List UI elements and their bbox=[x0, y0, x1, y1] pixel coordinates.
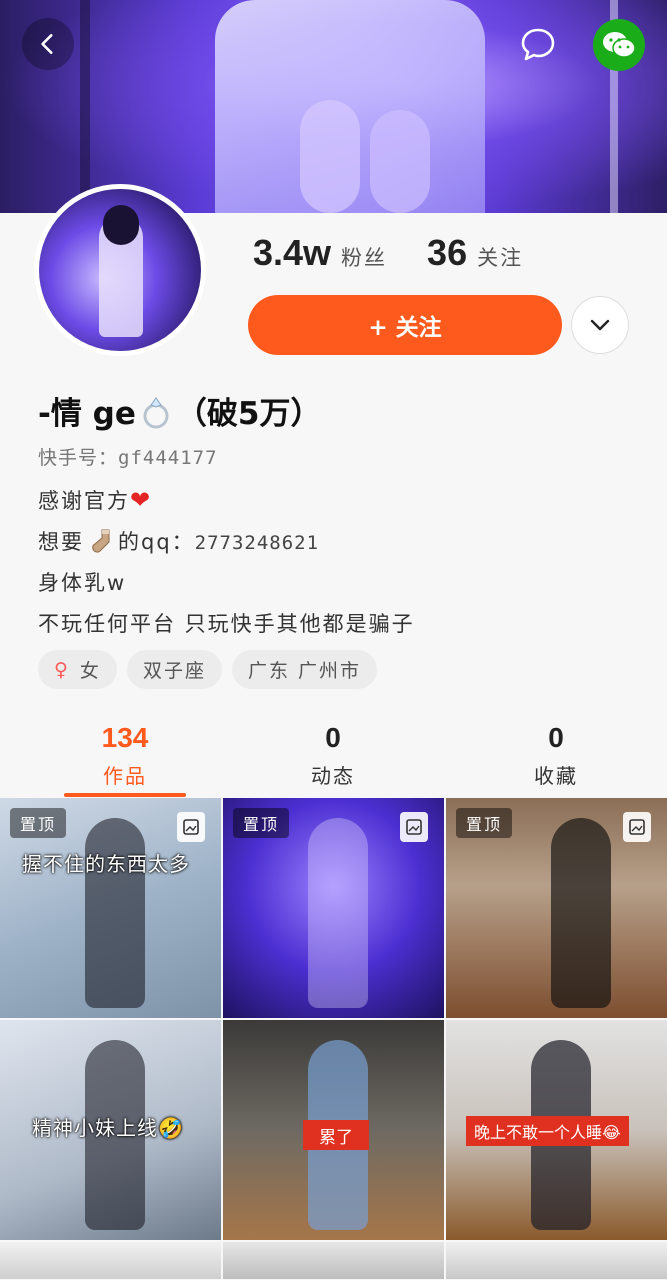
followers-label[interactable]: 粉丝 bbox=[341, 242, 387, 272]
back-button[interactable] bbox=[22, 18, 74, 70]
following-label[interactable]: 关注 bbox=[477, 242, 523, 272]
tag-gender-label: 女 bbox=[79, 660, 101, 682]
video-tile[interactable]: 累了 bbox=[223, 1020, 444, 1240]
follow-button[interactable]: + 关注 bbox=[248, 295, 562, 355]
video-tile[interactable]: 精神小妹上线🤣 bbox=[0, 1020, 221, 1240]
wechat-share-button[interactable] bbox=[593, 19, 645, 71]
avatar[interactable] bbox=[34, 184, 206, 356]
content-tabs: 134 作品 0 动态 0 收藏 bbox=[0, 722, 667, 798]
chevron-down-icon bbox=[590, 319, 610, 331]
bio-line-2-suffix: 的qq： bbox=[118, 530, 195, 554]
bio-line-1: 感谢官方❤ bbox=[38, 485, 152, 515]
photo-album-icon bbox=[400, 812, 428, 842]
bio-line-1-text: 感谢官方 bbox=[38, 489, 130, 513]
tab-works-count: 134 bbox=[101, 722, 149, 753]
bio-line-3: 身体乳w bbox=[38, 571, 127, 595]
pinned-badge: 置顶 bbox=[233, 808, 290, 838]
video-tile[interactable]: 晚上不敢一个人睡😂 bbox=[446, 1020, 667, 1240]
tag-gender: ♀ 女 bbox=[38, 650, 117, 689]
kuaishou-id[interactable]: 快手号：gf444177 bbox=[38, 443, 218, 470]
tag-location: 广东 广州市 bbox=[231, 650, 377, 689]
qq-number: 2773248621 bbox=[194, 532, 320, 554]
tab-moments[interactable]: 0 动态 bbox=[222, 722, 444, 789]
video-tile[interactable]: 置顶 握不住的东西太多 bbox=[0, 798, 221, 1018]
video-tile[interactable] bbox=[223, 1242, 444, 1279]
pinned-badge: 置顶 bbox=[10, 808, 67, 838]
tab-works[interactable]: 134 作品 bbox=[14, 722, 236, 789]
bio-line-2-prefix: 想要 bbox=[38, 530, 84, 554]
tab-active-indicator bbox=[64, 793, 186, 797]
message-button[interactable] bbox=[514, 20, 562, 68]
bio-line-4: 不玩任何平台 只玩快手其他都是骗子 bbox=[38, 612, 415, 636]
wechat-icon bbox=[603, 32, 636, 58]
video-tile[interactable] bbox=[0, 1242, 221, 1279]
video-caption: 精神小妹上线🤣 bbox=[32, 1116, 184, 1140]
video-tile[interactable]: 置顶 bbox=[223, 798, 444, 1018]
tab-favorites[interactable]: 0 收藏 bbox=[445, 722, 667, 789]
photo-album-icon bbox=[177, 812, 205, 842]
back-arrow-icon bbox=[41, 34, 53, 54]
bio-line-2: 想要 的qq：2773248621 bbox=[38, 526, 319, 556]
following-count[interactable]: 36 bbox=[427, 232, 467, 274]
video-grid: 置顶 握不住的东西太多 置顶 置顶 精神小妹上线🤣 累了 晚上不敢一个人睡😂 bbox=[0, 798, 667, 1279]
heart-icon: ❤ bbox=[130, 486, 153, 514]
nickname-suffix: （破5万） bbox=[175, 396, 322, 432]
profile-tags: ♀ 女 双子座 广东 广州市 bbox=[38, 650, 377, 689]
pinned-badge: 置顶 bbox=[456, 808, 513, 838]
profile-stats: 3.4w 粉丝 36 关注 bbox=[253, 232, 523, 274]
tab-favorites-label: 收藏 bbox=[534, 764, 578, 788]
followers-count[interactable]: 3.4w bbox=[253, 232, 331, 274]
tab-favorites-count: 0 bbox=[548, 722, 564, 753]
tag-zodiac: 双子座 bbox=[126, 650, 222, 689]
ring-icon bbox=[143, 397, 169, 429]
message-bubble-icon bbox=[521, 28, 555, 61]
nickname-text: -情 ge bbox=[38, 396, 136, 432]
video-caption: 累了 bbox=[303, 1120, 369, 1150]
tab-moments-count: 0 bbox=[325, 722, 341, 753]
tab-works-label: 作品 bbox=[103, 764, 147, 788]
video-tile[interactable] bbox=[446, 1242, 667, 1279]
video-caption: 晚上不敢一个人睡😂 bbox=[466, 1116, 629, 1146]
video-tile[interactable]: 置顶 bbox=[446, 798, 667, 1018]
photo-album-icon bbox=[623, 812, 651, 842]
female-icon: ♀ bbox=[54, 658, 70, 681]
tab-moments-label: 动态 bbox=[311, 764, 355, 788]
more-options-button[interactable] bbox=[571, 296, 629, 354]
nickname: -情 ge （破5万） bbox=[38, 388, 321, 433]
video-caption: 握不住的东西太多 bbox=[22, 852, 190, 876]
cover-image bbox=[0, 0, 667, 213]
sock-icon bbox=[92, 529, 110, 553]
